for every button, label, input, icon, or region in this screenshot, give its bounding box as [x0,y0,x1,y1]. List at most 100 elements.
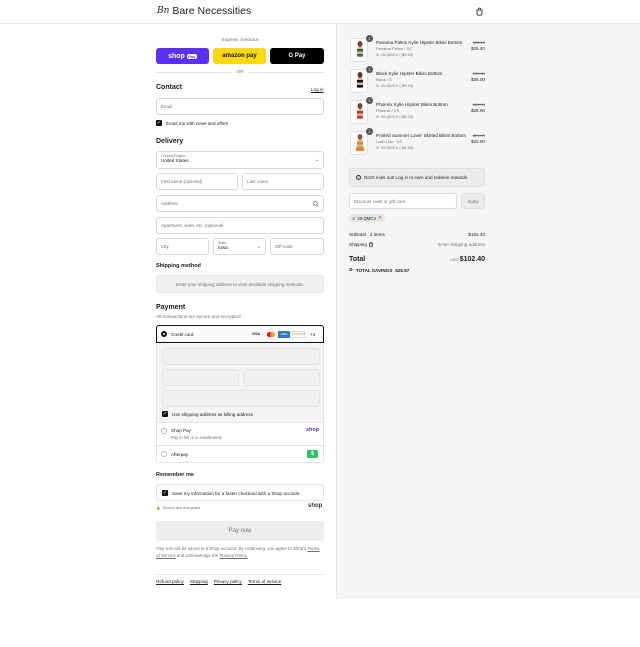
remember-box: ✓ Save my information for a faster check… [156,484,324,501]
item-name: Phoenix Kylie Hipster Bikini Bottom [376,102,448,107]
quantity-badge: 1 [366,66,373,73]
card-cvv-field[interactable] [243,369,320,386]
card-expiry-field[interactable] [162,369,239,386]
header: Bn Bare Necessities [0,0,640,24]
info-icon: i [356,175,361,180]
credit-card-option[interactable]: Credit card VISA AMEX DISCOVER +4 [156,325,324,343]
shipping-label: Shipping [349,242,367,247]
secure-note: 🔒 Secure and encrypted [156,505,200,511]
shop-pay-badge: Pay [186,53,197,59]
remember-checkbox[interactable]: ✓ [162,490,168,496]
search-icon [313,201,319,207]
shopping-bag-icon[interactable] [475,7,484,16]
shipping-notice: Enter your shipping address to view avai… [156,275,324,293]
card-form: ✓ Use shipping address as billing addres… [156,343,324,422]
afterpay-option[interactable]: Afterpay $ [156,446,324,463]
remember-label: Save my information for a faster checkou… [172,491,300,496]
item-variant: Lush Lido / XS [376,139,403,144]
quantity-badge: 1 [366,35,373,42]
item-discount-label: 20-QMCV (-$6.00) [380,114,414,119]
privacy-link[interactable]: Privacy Policy. [220,553,248,558]
total-label: Total [349,256,366,263]
item-price: $26.00 [470,108,485,113]
zip-field[interactable]: ZIP code [270,238,324,255]
billing-checkbox[interactable]: ✓ [162,411,168,417]
country-select[interactable]: Country/Region United States ⌄ [156,151,324,169]
refund-policy-link[interactable]: Refund policy [156,579,184,584]
item-old-price: $45.00 [472,71,485,76]
discount-code-input[interactable]: Discount code or gift card [349,193,457,209]
credit-card-radio[interactable] [161,331,167,337]
google-pay-button[interactable]: G Pay [270,48,324,64]
item-discount: ⊘ 20-QMCV (-$6.00) [376,114,413,119]
country-value: United States [161,158,189,163]
close-icon[interactable]: ✕ [378,215,382,221]
footer-links: Refund policy Shipping Privacy policy Te… [156,579,281,584]
item-variant: Black / S [376,77,392,82]
savings-value: $25.57 [395,267,410,273]
delivery-heading: Delivery [156,138,184,145]
shop-pay-option[interactable]: Shop Pay Pay in full or in installments … [156,422,324,446]
pay-now-button[interactable]: Pay now [156,521,324,541]
item-name: Printed Summer Lovin' Skirted Bikini Bot… [376,133,466,138]
apartment-field[interactable]: Apartment, suite, etc. (optional) [156,217,324,234]
address-field[interactable]: Address [156,195,324,212]
order-summary: 1 Panama Palms Kylie Hipster Bikini Bott… [336,24,640,599]
item-name: Panama Palms Kylie Hipster Bikini Bottom [376,40,463,45]
email-field[interactable]: Email [156,98,324,115]
currency-label: USD [449,257,459,262]
payment-heading: Payment [156,304,186,311]
news-checkbox[interactable]: ✓ [156,120,162,126]
tag-icon: ⊘ [349,267,353,272]
item-variant: Phoenix / XS [376,108,400,113]
lock-icon: 🔒 [156,506,161,510]
discount-chip-code: 20-QMCV [357,215,377,221]
card-number-field[interactable] [162,348,320,365]
city-field[interactable]: City [156,238,209,255]
payment-subtitle: All transactions are secure and encrypte… [156,314,242,319]
contact-heading: Contact [156,84,183,91]
express-title: Express checkout [221,37,259,42]
secure-label: Secure and encrypted [162,505,200,510]
rewards-banner[interactable]: i Don't miss out! Log in to earn and red… [349,168,485,187]
tag-icon: ⊘ [352,215,356,221]
shipping-link[interactable]: Shipping [190,579,208,584]
item-old-price: $34.00 [472,102,485,107]
terms-of-service-link[interactable]: Terms of service [248,579,281,584]
last-name-field[interactable]: Last name [242,173,324,190]
shop-pay-radio[interactable] [161,428,167,434]
checkout-form: Express checkout shop Pay amazon pay G P… [0,24,336,599]
apply-button[interactable]: Apply [461,193,485,209]
first-name-field[interactable]: First name (optional) [156,173,238,190]
afterpay-label: Afterpay [171,452,189,457]
or-separator: OR [232,69,248,74]
shop-pay-button[interactable]: shop Pay [156,48,209,64]
item-price: $26.40 [470,46,485,51]
privacy-policy-link[interactable]: Privacy policy [214,579,242,584]
shop-pay-logo: shop [306,427,320,433]
item-discount-label: 20-QMCV (-$6.60) [380,52,414,57]
login-link[interactable]: Log in [311,87,324,92]
legal-text: Your info will be saved to a Shop accoun… [156,545,324,559]
subtotal-value: $102.40 [468,232,485,237]
amazon-pay-label: amazon pay [222,53,257,59]
discover-icon: DISCOVER [292,331,305,338]
state-select[interactable]: State Iowa ⌄ [213,238,266,255]
shop-pay-subtitle: Pay in full or in installments [171,435,222,440]
card-name-field[interactable] [162,390,320,407]
item-price: $20.00 [470,139,485,144]
address-placeholder: Address [161,201,178,206]
legal-and: and acknowledge the [176,553,219,558]
product-image [350,38,368,62]
legal-line1: Your info will be saved to a Shop accoun… [156,546,307,551]
brand-logo[interactable]: Bn Bare Necessities [157,5,251,17]
item-discount: ⊘ 20-QMCV (-$9.00) [376,83,413,88]
amex-icon: AMEX [278,331,290,338]
product-image [350,69,368,93]
shop-pay-wordmark: shop [168,52,185,60]
afterpay-radio[interactable] [161,451,167,457]
news-label: Email me with news and offers [166,121,229,126]
mastercard-icon [265,331,277,338]
help-icon[interactable]: ? [368,242,374,247]
amazon-pay-button[interactable]: amazon pay [213,48,266,64]
